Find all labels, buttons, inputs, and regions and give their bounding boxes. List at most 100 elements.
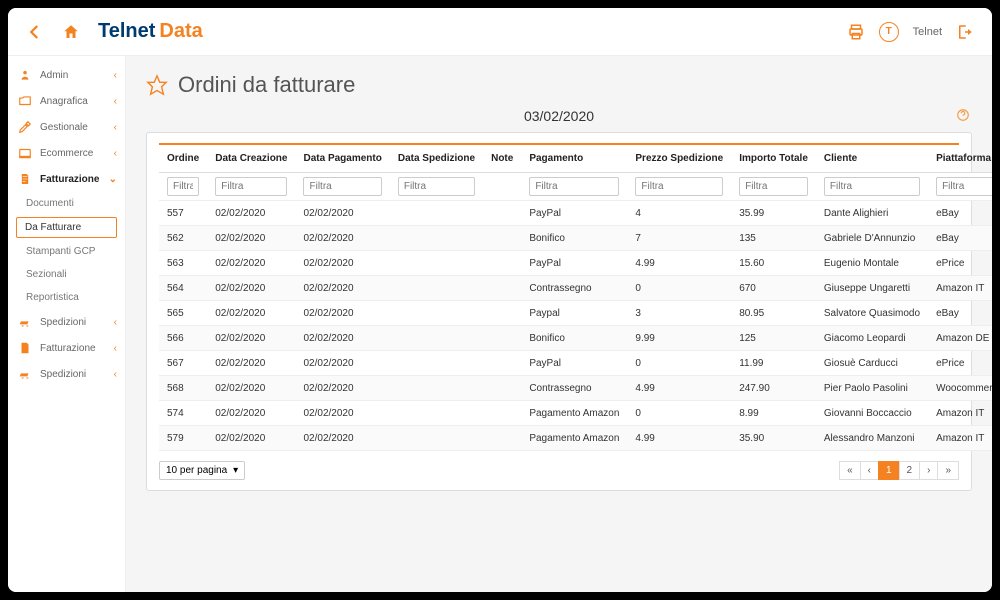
pager-next[interactable]: ›	[919, 461, 938, 480]
cell-note	[483, 326, 521, 351]
col-header[interactable]: Cliente	[816, 145, 928, 173]
col-header[interactable]: Piattaforma	[928, 145, 992, 173]
sidebar-item2-0[interactable]: Spedizioni‹	[8, 309, 125, 335]
avatar[interactable]: T	[879, 22, 899, 42]
cell-ps: 0	[627, 276, 731, 301]
filter-input[interactable]	[529, 177, 619, 196]
col-header[interactable]: Note	[483, 145, 521, 173]
brand-part1: Telnet	[98, 20, 155, 43]
sidebar-item-anagrafica[interactable]: Anagrafica‹	[8, 88, 125, 114]
sidebar-label: Gestionale	[40, 122, 88, 133]
table-row[interactable]: 56602/02/202002/02/2020Bonifico9.99125Gi…	[159, 326, 992, 351]
col-header[interactable]: Prezzo Spedizione	[627, 145, 731, 173]
cell-dp: 02/02/2020	[295, 201, 389, 226]
sidebar-icon	[18, 341, 32, 355]
sidebar-item-ecommerce[interactable]: Ecommerce‹	[8, 140, 125, 166]
print-icon[interactable]	[847, 23, 865, 41]
sidebar-item-admin[interactable]: Admin‹	[8, 62, 125, 88]
cell-it: 35.99	[731, 201, 816, 226]
table-row[interactable]: 56502/02/202002/02/2020Paypal380.95Salva…	[159, 301, 992, 326]
table-row[interactable]: 57902/02/202002/02/2020Pagamento Amazon4…	[159, 426, 992, 451]
col-header[interactable]: Data Spedizione	[390, 145, 483, 173]
sidebar-item-fatturazione[interactable]: Fatturazione⌄	[8, 166, 125, 192]
cell-it: 80.95	[731, 301, 816, 326]
home-icon[interactable]	[62, 23, 80, 41]
cell-ds	[390, 376, 483, 401]
filter-input[interactable]	[167, 177, 199, 196]
filter-input[interactable]	[739, 177, 808, 196]
cell-dp: 02/02/2020	[295, 251, 389, 276]
sidebar-sub-reportistica[interactable]: Reportistica	[8, 286, 125, 309]
sidebar-item-gestionale[interactable]: Gestionale‹	[8, 114, 125, 140]
pager-page[interactable]: 1	[878, 461, 900, 480]
table-row[interactable]: 55702/02/202002/02/2020PayPal435.99Dante…	[159, 201, 992, 226]
table-row[interactable]: 56702/02/202002/02/2020PayPal011.99Giosu…	[159, 351, 992, 376]
table-footer: 10 per pagina ▾ «‹12›»	[159, 461, 959, 480]
sidebar-label: Anagrafica	[40, 96, 88, 107]
date-text: 03/02/2020	[524, 108, 594, 124]
sidebar-sub-da-fatturare[interactable]: Da Fatturare	[16, 217, 117, 238]
sidebar-item2-1[interactable]: Fatturazione‹	[8, 335, 125, 361]
table-row[interactable]: 56302/02/202002/02/2020PayPal4.9915.60Eu…	[159, 251, 992, 276]
cell-ord: 565	[159, 301, 207, 326]
page-title-row: Ordini da fatturare	[146, 72, 972, 98]
pager-prev[interactable]: ‹	[860, 461, 879, 480]
filter-input[interactable]	[635, 177, 723, 196]
filter-input[interactable]	[303, 177, 381, 196]
filter-input[interactable]	[824, 177, 920, 196]
cell-ps: 0	[627, 351, 731, 376]
cell-pl: Amazon DE	[928, 326, 992, 351]
filter-input[interactable]	[936, 177, 992, 196]
hint-icon[interactable]	[956, 108, 970, 122]
cell-cli: Giacomo Leopardi	[816, 326, 928, 351]
cell-pag: Bonifico	[521, 326, 627, 351]
cell-cli: Gabriele D'Annunzio	[816, 226, 928, 251]
cell-it: 15.60	[731, 251, 816, 276]
cell-ord: 567	[159, 351, 207, 376]
logout-icon[interactable]	[956, 23, 974, 41]
date-heading: 03/02/2020	[146, 108, 972, 124]
col-header[interactable]: Importo Totale	[731, 145, 816, 173]
cell-pl: eBay	[928, 301, 992, 326]
back-icon[interactable]	[26, 23, 44, 41]
cell-note	[483, 301, 521, 326]
sidebar-label: Ecommerce	[40, 148, 93, 159]
pager-prev[interactable]: «	[839, 461, 861, 480]
sidebar-item2-2[interactable]: Spedizioni‹	[8, 361, 125, 387]
col-header[interactable]: Data Pagamento	[295, 145, 389, 173]
sidebar-icon	[18, 172, 32, 186]
pager-next[interactable]: »	[937, 461, 959, 480]
cell-ord: 563	[159, 251, 207, 276]
sidebar-sub-documenti[interactable]: Documenti	[8, 192, 125, 215]
cell-cli: Giuseppe Ungaretti	[816, 276, 928, 301]
cell-dc: 02/02/2020	[207, 326, 295, 351]
cell-pag: PayPal	[521, 251, 627, 276]
cell-dc: 02/02/2020	[207, 226, 295, 251]
cell-ps: 4.99	[627, 426, 731, 451]
cell-dc: 02/02/2020	[207, 351, 295, 376]
filter-input[interactable]	[398, 177, 475, 196]
table-row[interactable]: 57402/02/202002/02/2020Pagamento Amazon0…	[159, 401, 992, 426]
pager-page[interactable]: 2	[899, 461, 921, 480]
cell-cli: Salvatore Quasimodo	[816, 301, 928, 326]
content: Ordini da fatturare 03/02/2020 OrdineDat…	[126, 56, 992, 592]
filter-input[interactable]	[215, 177, 287, 196]
cell-ds	[390, 326, 483, 351]
cell-dp: 02/02/2020	[295, 351, 389, 376]
sidebar-icon	[18, 367, 32, 381]
cell-ord: 568	[159, 376, 207, 401]
sidebar-sub-sezionali[interactable]: Sezionali	[8, 263, 125, 286]
cell-ps: 7	[627, 226, 731, 251]
col-header[interactable]: Data Creazione	[207, 145, 295, 173]
cell-note	[483, 426, 521, 451]
table-row[interactable]: 56802/02/202002/02/2020Contrassegno4.992…	[159, 376, 992, 401]
col-header[interactable]: Pagamento	[521, 145, 627, 173]
chevron-icon: ⌄	[109, 174, 117, 185]
per-page-select[interactable]: 10 per pagina ▾	[159, 461, 245, 480]
chevron-icon: ‹	[114, 70, 117, 81]
sidebar-sub-stampanti-gcp[interactable]: Stampanti GCP	[8, 240, 125, 263]
table-row[interactable]: 56202/02/202002/02/2020Bonifico7135Gabri…	[159, 226, 992, 251]
cell-ord: 557	[159, 201, 207, 226]
table-row[interactable]: 56402/02/202002/02/2020Contrassegno0670G…	[159, 276, 992, 301]
col-header[interactable]: Ordine	[159, 145, 207, 173]
